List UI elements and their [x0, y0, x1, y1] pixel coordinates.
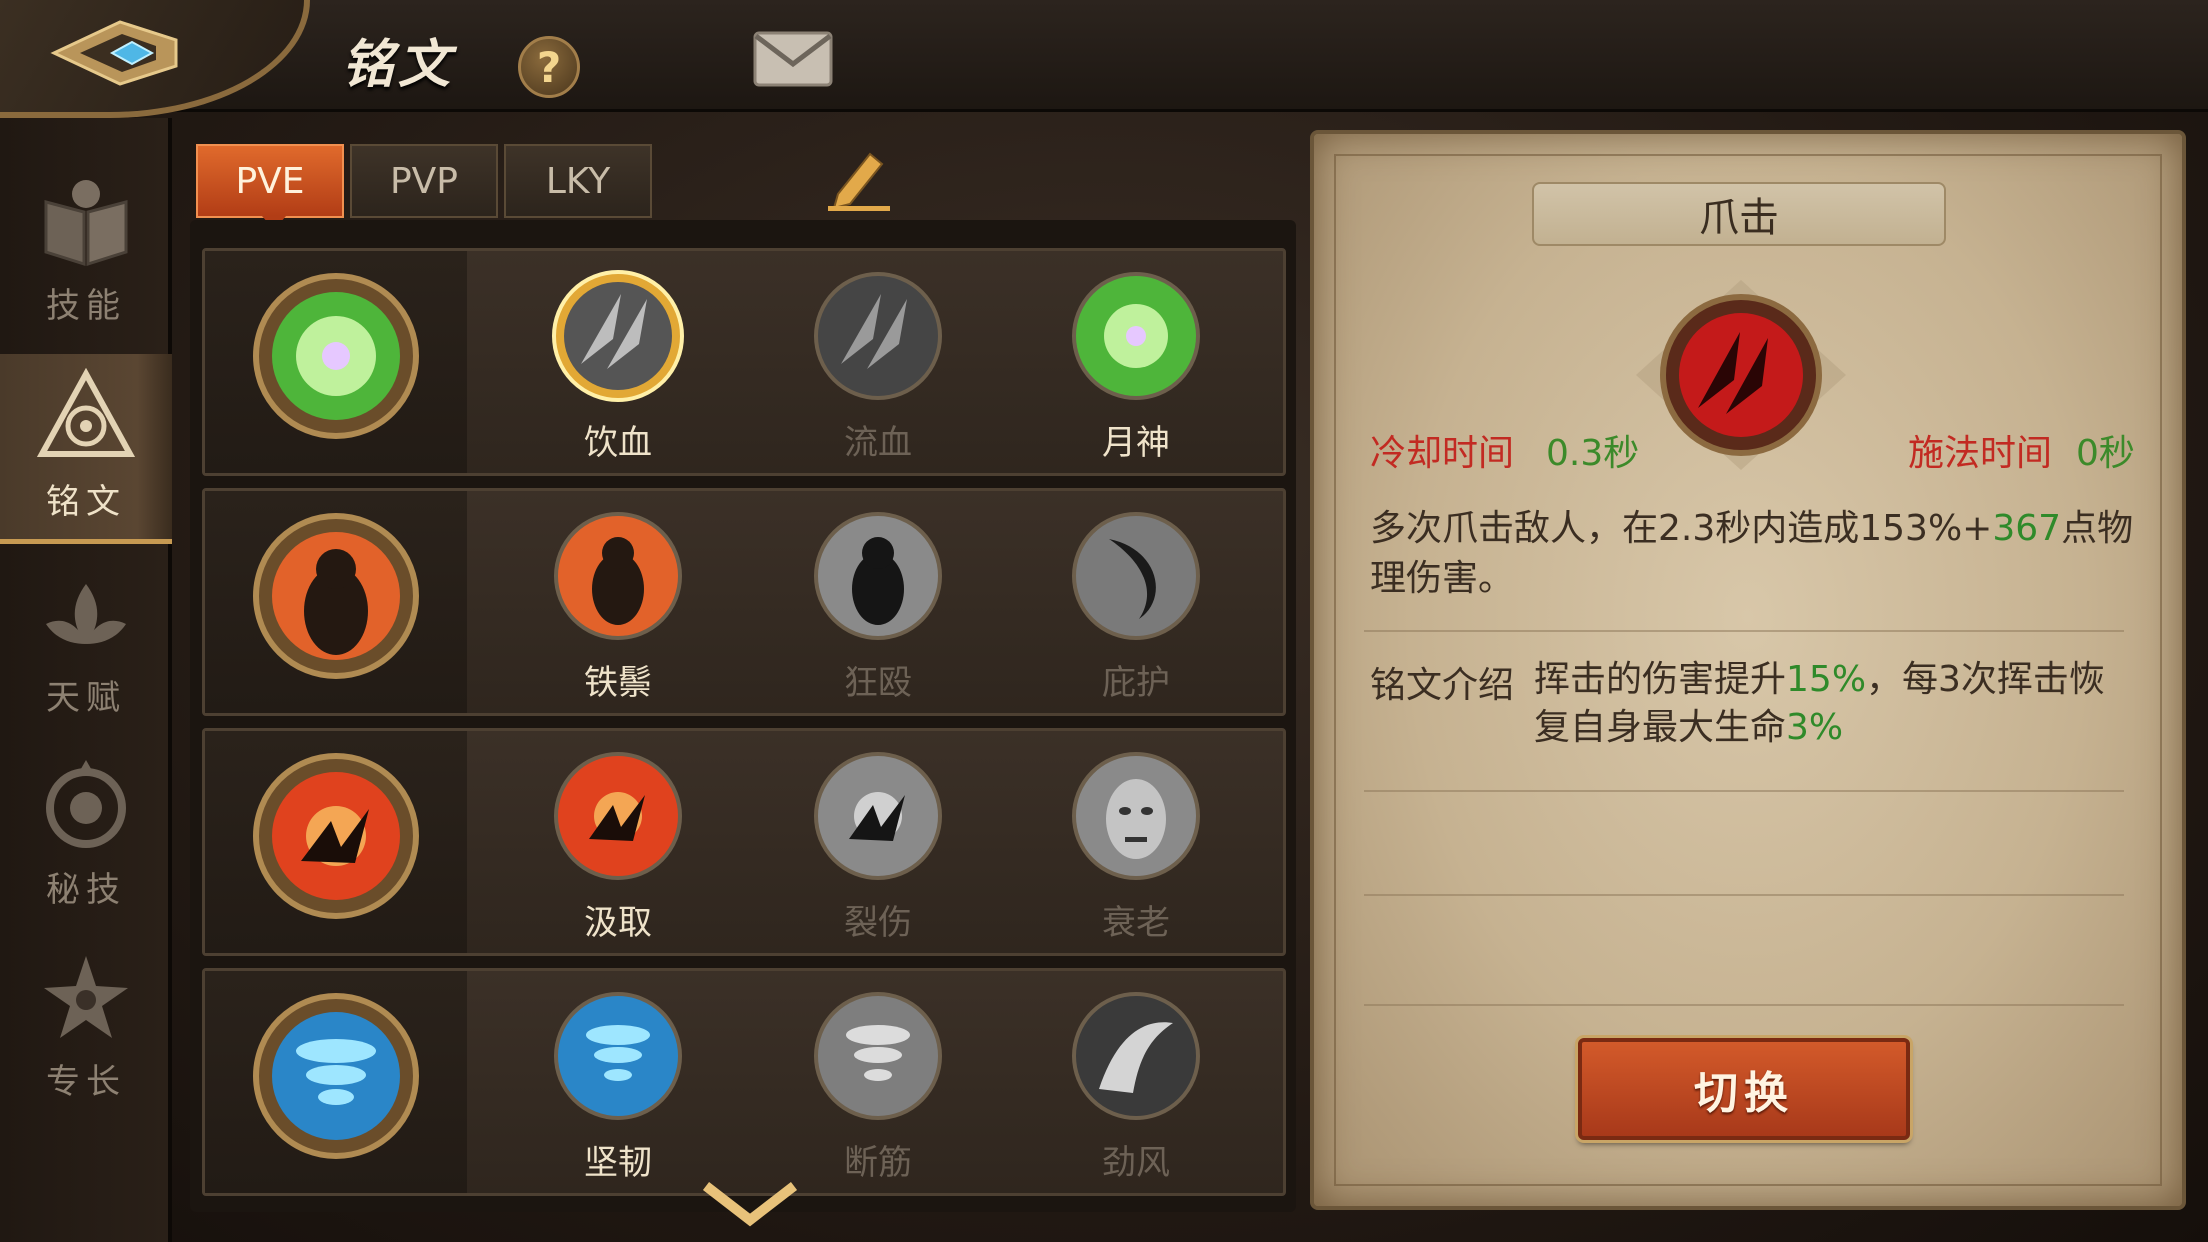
skill-detail-panel: 爪击 冷却时间 0.3秒 施法时间 0秒 多次爪击敌人，在2.3秒内造成153%… [1310, 130, 2186, 1210]
sidebar-item-inscription[interactable]: 铭文 [0, 354, 172, 544]
row-current-rune[interactable] [205, 251, 467, 473]
rune-slot[interactable]: 断筋 [787, 971, 969, 1193]
skill-name: 爪击 [1532, 182, 1946, 246]
crow-rune-icon [814, 752, 942, 880]
insc-value: 3% [1786, 707, 1844, 748]
lotus-icon [46, 584, 126, 644]
sidebar-item-label: 铭文 [46, 482, 126, 522]
rune-label: 裂伤 [844, 903, 912, 943]
edit-pencil-icon[interactable] [824, 146, 896, 212]
rune-slot[interactable]: 流血 [787, 251, 969, 473]
back-arrow-icon[interactable] [50, 18, 180, 88]
rune-label: 断筋 [844, 1143, 912, 1183]
skill-description: 多次爪击敌人，在2.3秒内造成153%+367点物理伤害。 [1370, 504, 2160, 604]
tab-pvp[interactable]: PVP [350, 144, 498, 218]
rune-slot[interactable]: 狂殴 [787, 491, 969, 713]
book-icon [44, 180, 128, 267]
rune-label: 坚韧 [584, 1143, 652, 1183]
inscription-intro-label: 铭文介绍 [1370, 665, 1515, 706]
rune-label: 衰老 [1102, 903, 1170, 943]
rune-slot[interactable]: 饮血 [527, 251, 709, 473]
rune-label: 流血 [844, 423, 912, 463]
rune-label: 狂殴 [844, 663, 912, 703]
rune-slot[interactable]: 劲风 [1045, 971, 1227, 1193]
cooldown-label: 冷却时间 [1370, 433, 1515, 474]
rune-slot[interactable]: 坚韧 [527, 971, 709, 1193]
old-face-rune-icon [1072, 752, 1200, 880]
divider [1364, 630, 2124, 632]
whirlwind-rune-icon [814, 992, 942, 1120]
rune-label: 铁鬃 [584, 663, 652, 703]
rune-slot[interactable]: 汲取 [527, 731, 709, 953]
rune-label: 饮血 [584, 423, 652, 463]
sidebar-item-label: 天赋 [46, 678, 126, 718]
claw-rune-icon [552, 270, 684, 402]
wind-wing-rune-icon [1072, 992, 1200, 1120]
rune-label: 月神 [1102, 423, 1170, 463]
scroll-down-chevron-icon[interactable] [700, 1180, 800, 1232]
inscription-row: 饮血 流血 月神 [202, 248, 1286, 476]
crow-rune-icon [554, 752, 682, 880]
sidebar-item-talent[interactable]: 天赋 [0, 550, 172, 740]
sidebar-item-label: 技能 [46, 286, 126, 326]
inscription-grid: 饮血 流血 月神 铁鬃 狂殴 庇护 汲取 裂伤 衰老 坚韧 断筋 劲风 [190, 220, 1296, 1212]
crow-rune-icon [253, 753, 419, 919]
rune-label: 汲取 [584, 903, 652, 943]
rune-slot[interactable]: 庇护 [1045, 491, 1227, 713]
row-current-rune[interactable] [205, 731, 467, 953]
cast-time-label: 施法时间 [1908, 433, 2053, 474]
insc-value: 15% [1786, 659, 1867, 700]
shield-emblem-icon [46, 760, 126, 848]
claw-rune-icon [814, 272, 942, 400]
bear-rune-icon [253, 513, 419, 679]
divider [1364, 1004, 2124, 1006]
rune-label: 劲风 [1102, 1143, 1170, 1183]
inscription-row: 坚韧 断筋 劲风 [202, 968, 1286, 1196]
green-burst-rune-icon [1072, 272, 1200, 400]
rune-slot[interactable]: 月神 [1045, 251, 1227, 473]
inscription-row: 铁鬃 狂殴 庇护 [202, 488, 1286, 716]
inscription-row: 汲取 裂伤 衰老 [202, 728, 1286, 956]
protect-rune-icon [1072, 512, 1200, 640]
page-title: 铭文 [342, 35, 455, 95]
rune-slot[interactable]: 衰老 [1045, 731, 1227, 953]
row-current-rune[interactable] [205, 971, 467, 1193]
sidebar-item-label: 秘技 [46, 870, 126, 910]
cast-time-value: 0秒 [2076, 433, 2135, 474]
bear-rune-icon [554, 512, 682, 640]
sidebar-item-skills[interactable]: 技能 [0, 158, 172, 348]
divider [1364, 790, 2124, 792]
top-bar: 铭文 ? [0, 0, 2208, 118]
claw-skill-icon [1636, 280, 1846, 470]
switch-button[interactable]: 切换 [1578, 1038, 1910, 1140]
rune-label: 庇护 [1102, 663, 1170, 703]
star-emblem-icon [44, 956, 128, 1038]
row-current-rune[interactable] [205, 491, 467, 713]
sidebar-item-specialty[interactable]: 专长 [0, 934, 172, 1124]
insc-text: 挥击的伤害提升 [1534, 659, 1787, 700]
desc-text: 多次爪击敌人，在2.3秒内造成153%+ [1370, 508, 1993, 549]
desc-damage-value: 367 [1992, 508, 2062, 549]
tab-pve[interactable]: PVE [196, 144, 344, 230]
tab-lky[interactable]: LKY [504, 144, 652, 218]
sidebar-item-secret-skill[interactable]: 秘技 [0, 742, 172, 932]
help-button[interactable]: ? [518, 36, 580, 98]
whirlwind-rune-icon [253, 993, 419, 1159]
sidebar-item-label: 专长 [46, 1062, 126, 1102]
whirlwind-rune-icon [554, 992, 682, 1120]
rune-triangle-icon [36, 368, 136, 457]
mail-icon[interactable] [752, 30, 834, 88]
divider [1364, 894, 2124, 896]
rune-slot[interactable]: 裂伤 [787, 731, 969, 953]
back-button-frame [0, 0, 310, 118]
cooldown-value: 0.3秒 [1546, 433, 1640, 474]
inscription-intro-text: 挥击的伤害提升15%，每3次挥击恢复自身最大生命3% [1534, 656, 2134, 752]
green-burst-rune-icon [253, 273, 419, 439]
rune-slot[interactable]: 铁鬃 [527, 491, 709, 713]
sidebar: 技能 铭文 天赋 秘技 专长 [0, 118, 172, 1242]
bear-rune-icon [814, 512, 942, 640]
